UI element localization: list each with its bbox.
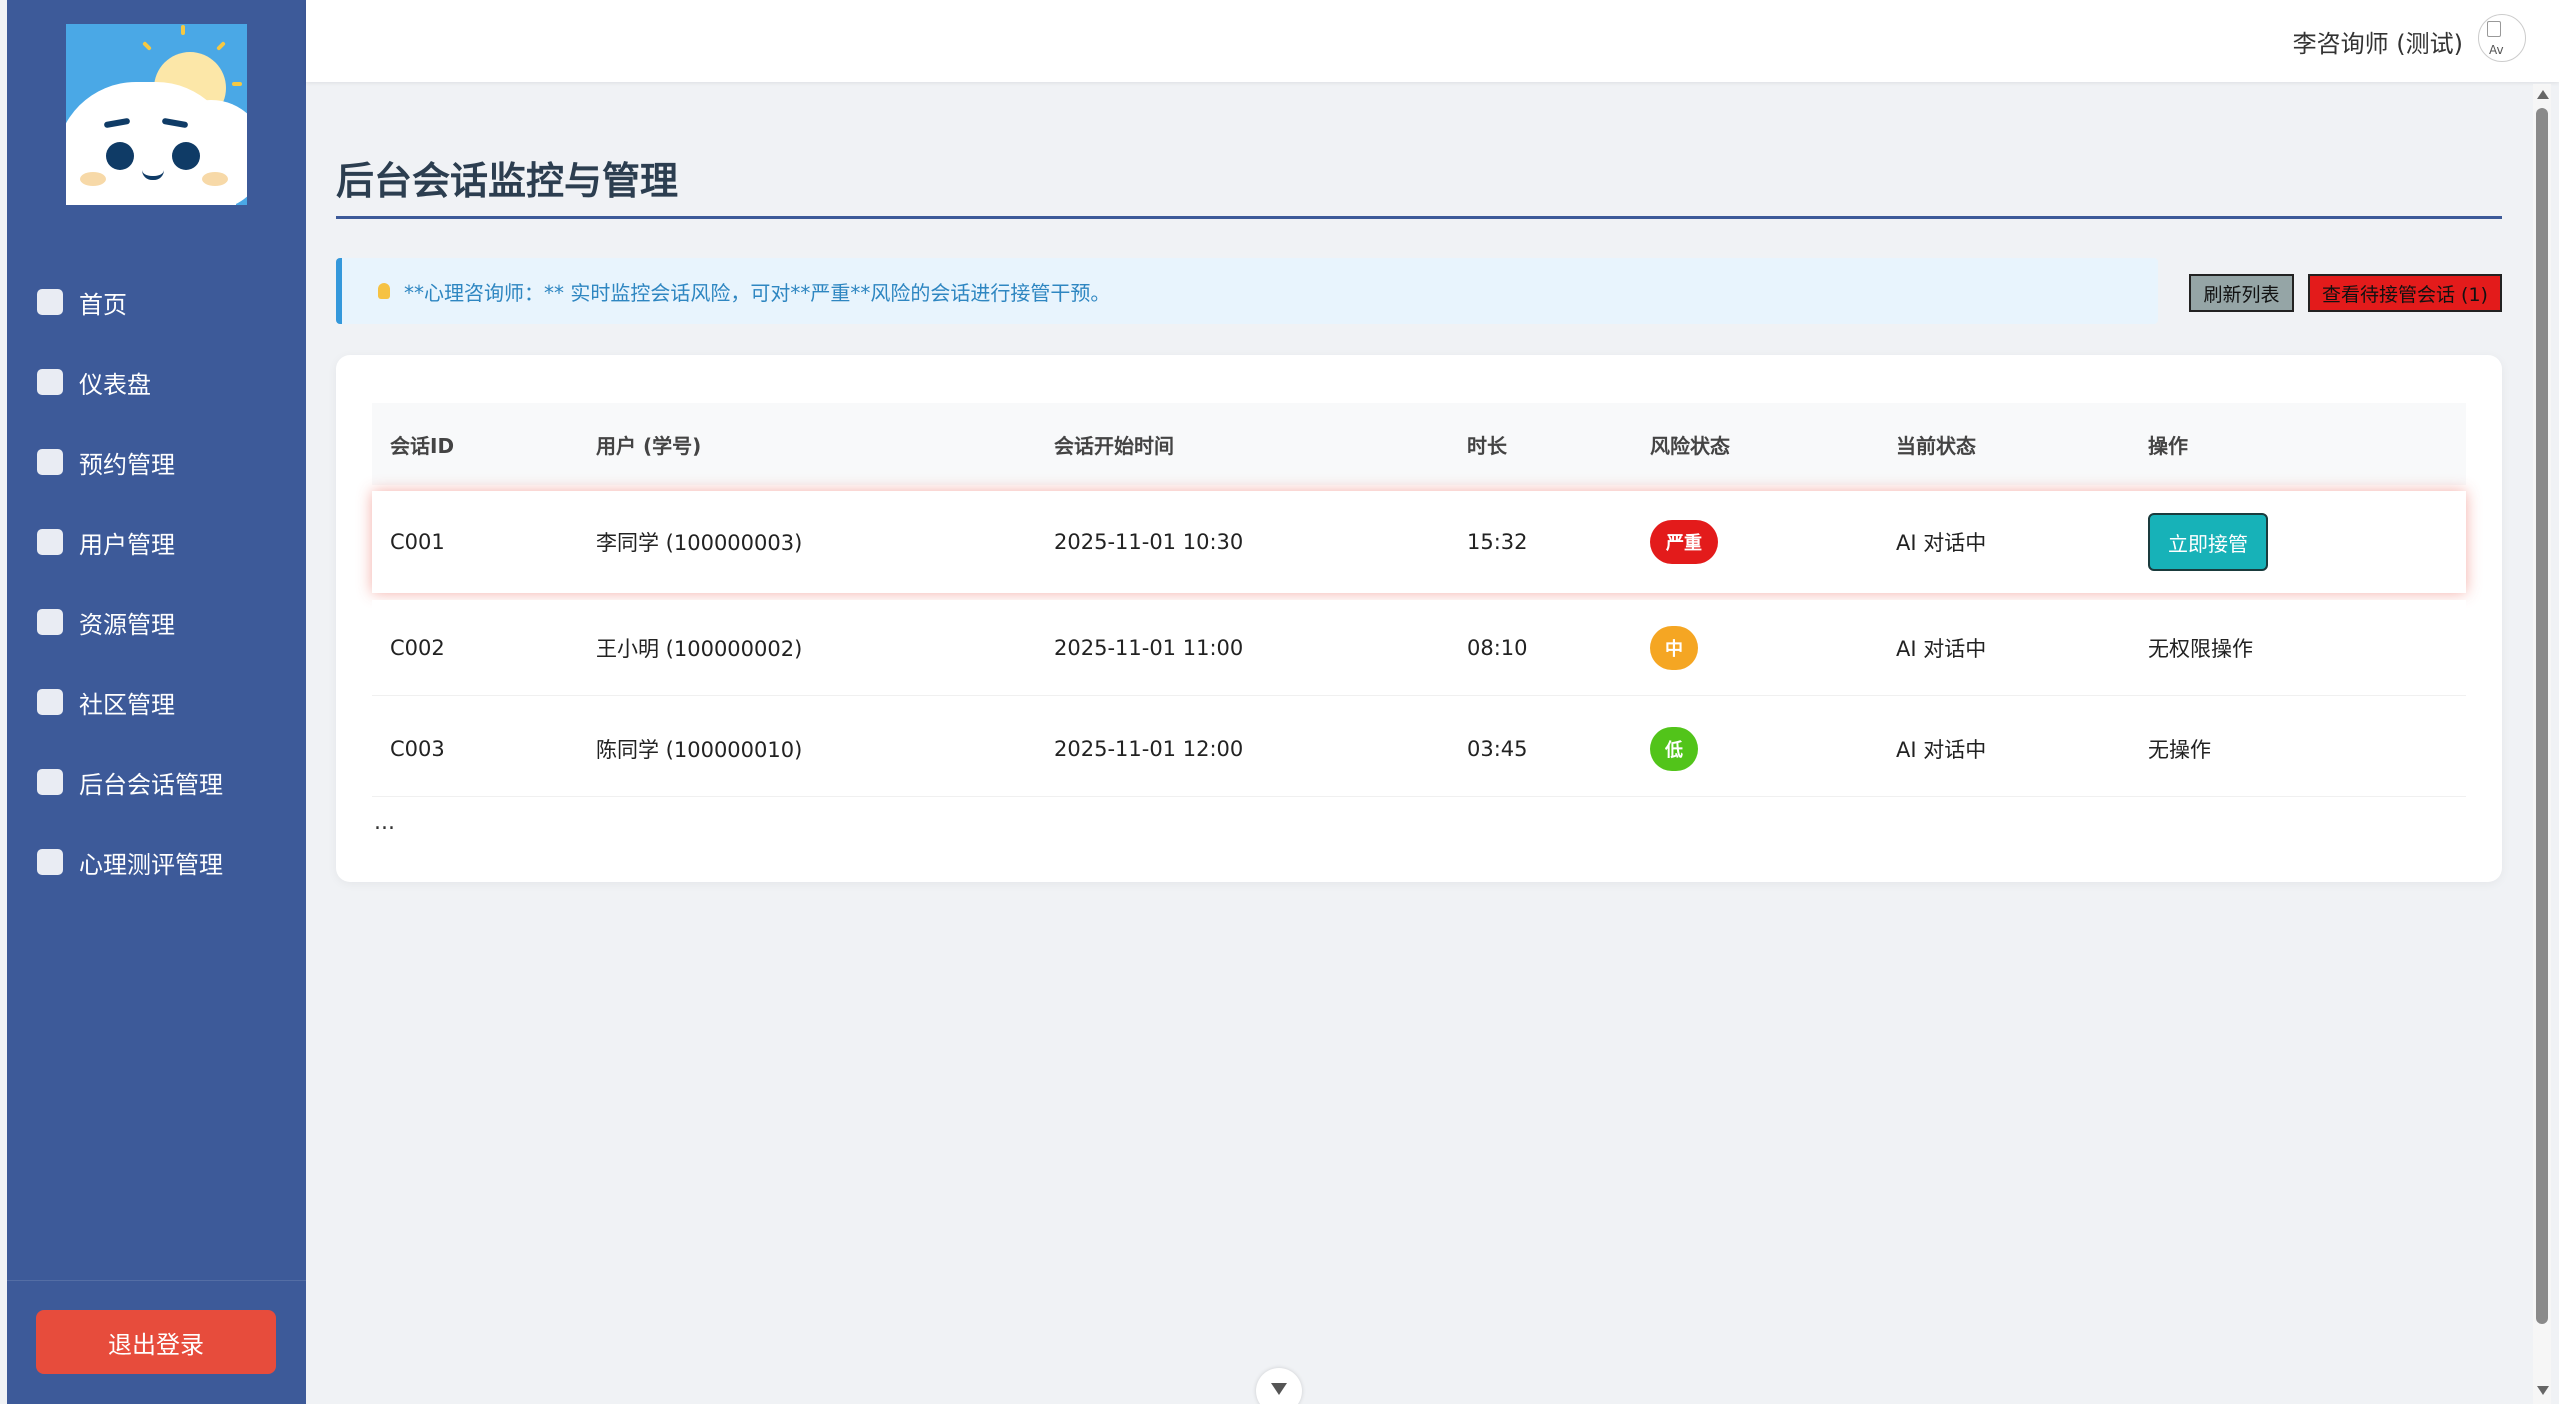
session-duration: 08:10	[1467, 635, 1528, 660]
session-user: 陈同学 (100000010)	[596, 737, 803, 762]
avatar-alt-text: Av	[2489, 43, 2504, 57]
sidebar-item-label: 仪表盘	[79, 370, 151, 399]
sidebar-item-label: 首页	[79, 290, 127, 319]
risk-badge: 低	[1650, 726, 1698, 771]
sidebar-item-label: 资源管理	[79, 610, 175, 639]
session-duration: 15:32	[1467, 530, 1528, 554]
sessions-table-card: 会话ID 用户 (学号) 会话开始时间 时长 风险状态 当前状态 操作 C001…	[336, 355, 2502, 882]
sun-ray-icon	[181, 25, 185, 35]
risk-cell: 低	[1632, 726, 1878, 771]
session-start: 2025-11-01 11:00	[1054, 635, 1244, 660]
sidebar-item-home[interactable]: 首页	[7, 262, 306, 342]
sidebar-nav: 首页 仪表盘 预约管理 用户管理 资源管理 社区管理 后台会话管理 心理测评管理	[7, 262, 306, 902]
session-id: C002	[390, 635, 445, 660]
view-pending-sessions-button[interactable]: 查看待接管会话 (1)	[2308, 274, 2502, 312]
sidebar-item-appointments[interactable]: 预约管理	[7, 422, 306, 502]
sidebar-divider	[7, 1280, 306, 1281]
sidebar-item-community[interactable]: 社区管理	[7, 662, 306, 742]
checkbox-icon	[37, 449, 63, 475]
takeover-button[interactable]: 立即接管	[2148, 513, 2268, 571]
column-header: 时长	[1467, 433, 1507, 458]
session-status: AI 对话中	[1896, 531, 1987, 555]
refresh-list-button[interactable]: 刷新列表	[2189, 274, 2294, 312]
column-header: 会话开始时间	[1054, 433, 1174, 458]
sun-ray-icon	[216, 41, 226, 51]
session-id: C001	[390, 530, 445, 554]
sidebar-item-label: 用户管理	[79, 530, 175, 559]
scroll-up-arrow-icon[interactable]	[2537, 90, 2549, 99]
action-text: 无权限操作	[2148, 636, 2253, 661]
sidebar: 首页 仪表盘 预约管理 用户管理 资源管理 社区管理 后台会话管理 心理测评管理…	[7, 0, 306, 1404]
column-header: 用户 (学号)	[596, 433, 702, 458]
checkbox-icon	[37, 609, 63, 635]
checkbox-icon	[37, 529, 63, 555]
column-header: 会话ID	[390, 433, 455, 458]
sun-ray-icon	[232, 82, 242, 86]
action-text: 无操作	[2148, 737, 2211, 762]
checkbox-icon	[37, 369, 63, 395]
sidebar-item-label: 预约管理	[79, 450, 175, 479]
column-header: 当前状态	[1896, 433, 1976, 458]
more-indicator: ...	[374, 810, 395, 835]
avatar[interactable]: Av	[2478, 14, 2526, 62]
logout-button[interactable]: 退出登录	[36, 1310, 276, 1374]
top-header: 李咨询师 (测试) Av	[306, 0, 2559, 82]
sun-ray-icon	[142, 41, 152, 51]
checkbox-icon	[37, 849, 63, 875]
sidebar-item-assessments[interactable]: 心理测评管理	[7, 822, 306, 902]
checkbox-icon	[37, 689, 63, 715]
session-user: 王小明 (100000002)	[596, 636, 803, 661]
risk-cell: 严重	[1632, 520, 1878, 564]
info-tip: **心理咨询师：** 实时监控会话风险，可对**严重**风险的会话进行接管干预。	[336, 258, 2158, 324]
sidebar-item-resources[interactable]: 资源管理	[7, 582, 306, 662]
sidebar-item-label: 社区管理	[79, 690, 175, 719]
action-cell: 立即接管	[2130, 513, 2466, 571]
scroll-down-arrow-icon[interactable]	[2537, 1386, 2549, 1395]
lightbulb-icon	[378, 283, 390, 299]
session-status: AI 对话中	[1896, 636, 1987, 661]
sidebar-item-users[interactable]: 用户管理	[7, 502, 306, 582]
sidebar-item-sessions[interactable]: 后台会话管理	[7, 742, 306, 822]
sidebar-item-label: 心理测评管理	[79, 850, 223, 879]
session-duration: 03:45	[1467, 736, 1528, 761]
broken-image-icon	[2487, 21, 2501, 37]
sidebar-item-dashboard[interactable]: 仪表盘	[7, 342, 306, 422]
session-id: C003	[390, 736, 445, 761]
risk-badge: 中	[1650, 625, 1698, 670]
session-start: 2025-11-01 10:30	[1054, 530, 1244, 554]
face-eye	[106, 142, 134, 170]
app-logo	[66, 24, 247, 205]
session-status: AI 对话中	[1896, 737, 1987, 762]
scroll-down-handle[interactable]	[1256, 1368, 1302, 1404]
table-header: 会话ID 用户 (学号) 会话开始时间 时长 风险状态 当前状态 操作	[372, 403, 2466, 485]
tip-text: **心理咨询师：** 实时监控会话风险，可对**严重**风险的会话进行接管干预。	[404, 280, 1111, 305]
checkbox-icon	[37, 289, 63, 315]
title-divider	[336, 216, 2502, 219]
user-name: 李咨询师 (测试)	[2292, 30, 2463, 58]
table-row: C003 陈同学 (100000010) 2025-11-01 12:00 03…	[372, 701, 2466, 797]
face-cheek	[80, 172, 106, 186]
session-user: 李同学 (100000003)	[596, 531, 803, 555]
face-eye	[172, 142, 200, 170]
risk-badge: 严重	[1650, 520, 1718, 564]
session-start: 2025-11-01 12:00	[1054, 736, 1244, 761]
checkbox-icon	[37, 769, 63, 795]
table-row: C001 李同学 (100000003) 2025-11-01 10:30 15…	[372, 491, 2466, 593]
scrollbar-thumb[interactable]	[2536, 108, 2548, 1324]
face-cheek	[202, 172, 228, 186]
table-row: C002 王小明 (100000002) 2025-11-01 11:00 08…	[372, 600, 2466, 696]
column-header: 操作	[2148, 433, 2188, 458]
risk-cell: 中	[1632, 625, 1878, 670]
page-title: 后台会话监控与管理	[336, 159, 679, 203]
chevron-down-icon	[1271, 1383, 1287, 1395]
column-header: 风险状态	[1650, 433, 1730, 458]
sidebar-item-label: 后台会话管理	[79, 770, 223, 799]
